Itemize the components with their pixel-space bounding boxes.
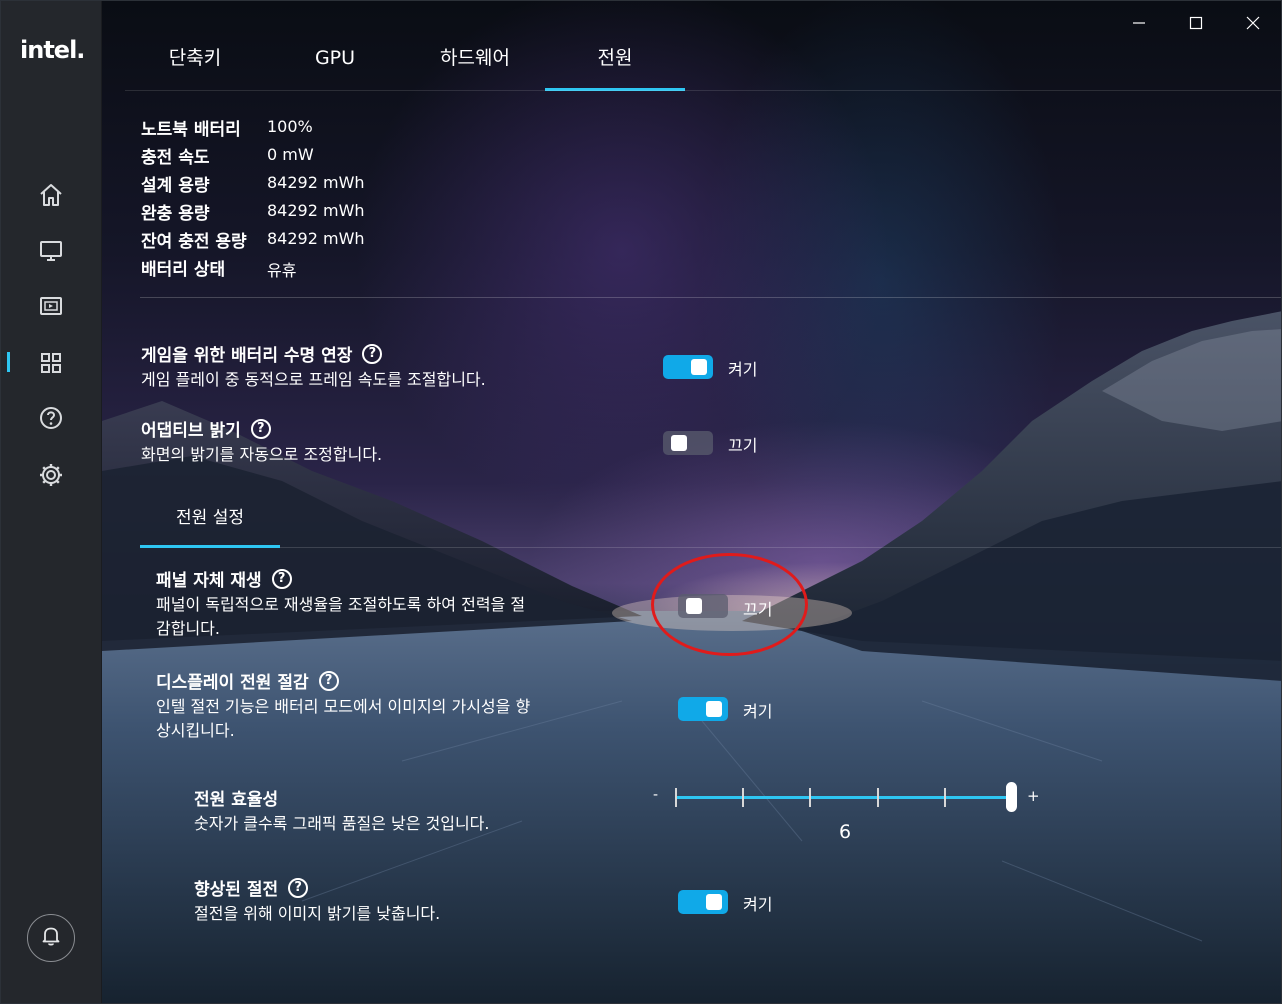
battery-info-key: 설계 용량 — [141, 176, 210, 196]
enhanced-power-saving-setting: 향상된 절전 ? 절전을 위해 이미지 밝기를 낮춥니다. — [194, 875, 440, 926]
setting-description: 숫자가 클수록 그래픽 품질은 낮은 것입니다. — [194, 814, 490, 833]
slider-tick — [742, 788, 745, 807]
display-power-saving-setting: 디스플레이 전원 절감 ? 인텔 절전 기능은 배터리 모드에서 이미지의 가시… — [156, 668, 530, 743]
battery-info-row: 배터리 상태 유휴 — [141, 255, 541, 283]
battery-info-row: 충전 속도 0 mW — [141, 143, 541, 171]
slider-value: 6 — [839, 821, 852, 843]
toggle-knob — [671, 435, 687, 451]
slider-minus-label: - — [653, 787, 659, 803]
highlight-annotation-ring — [651, 553, 808, 656]
subtab-divider — [280, 547, 1281, 548]
panel-self-refresh-setting: 패널 자체 재생 ? 패널이 독립적으로 재생율을 조절하도록 하여 전력을 절… — [156, 566, 525, 641]
setting-description: 인텔 절전 기능은 배터리 모드에서 이미지의 가시성을 향 상시킵니다. — [156, 695, 530, 743]
help-icon[interactable]: ? — [288, 877, 309, 898]
toggle-state-label: 끄기 — [728, 436, 758, 455]
battery-info-value: 84292 mWh — [267, 229, 365, 248]
setting-title: 게임을 위한 배터리 수명 연장 — [141, 346, 353, 366]
slider-tick — [876, 788, 879, 807]
close-icon[interactable] — [1241, 11, 1265, 35]
adaptive-brightness-setting: 어댑티브 밝기 ? 화면의 밝기를 자동으로 조정합니다. — [141, 416, 382, 467]
battery-boost-toggle[interactable] — [663, 355, 713, 379]
tab-hardware[interactable]: 하드웨어 — [405, 29, 545, 91]
toggle-state-label: 켜기 — [728, 360, 758, 379]
setting-description: 패널이 독립적으로 재생율을 조절하도록 하여 전력을 절 감합니다. — [156, 593, 525, 641]
intel-logo: intel. — [20, 36, 85, 64]
setting-title: 어댑티브 밝기 — [141, 421, 241, 441]
apps-grid-icon[interactable] — [37, 349, 65, 377]
slider-tick — [809, 788, 812, 807]
help-icon[interactable]: ? — [250, 418, 271, 439]
display-power-saving-toggle[interactable] — [678, 697, 728, 721]
minimize-icon[interactable] — [1127, 11, 1151, 35]
setting-description: 게임 플레이 중 동적으로 프레임 속도를 조절합니다. — [141, 370, 486, 389]
toggle-knob — [706, 701, 722, 717]
toggle-state-label: 켜기 — [743, 895, 773, 914]
sidebar: intel. — [1, 1, 102, 1003]
bell-icon — [40, 925, 62, 951]
battery-info-value: 84292 mWh — [267, 201, 365, 220]
section-divider — [140, 297, 1281, 298]
adaptive-brightness-toggle[interactable] — [663, 431, 713, 455]
battery-info-row: 노트북 배터리 100% — [141, 115, 541, 143]
slider-tick — [675, 788, 677, 807]
battery-info-key: 잔여 충전 용량 — [141, 232, 247, 252]
description-line: 상시킵니다. — [156, 721, 235, 740]
top-tabs: 단축키 GPU 하드웨어 전원 — [125, 29, 685, 91]
description-line: 인텔 절전 기능은 배터리 모드에서 이미지의 가시성을 향 — [156, 697, 531, 716]
enhanced-power-saving-toggle[interactable] — [678, 890, 728, 914]
help-icon[interactable]: ? — [318, 670, 339, 691]
slider-track[interactable] — [675, 796, 1011, 799]
setting-description: 화면의 밝기를 자동으로 조정합니다. — [141, 445, 383, 464]
notifications-button[interactable] — [27, 914, 75, 962]
description-line: 감합니다. — [156, 619, 220, 638]
battery-info-value: 84292 mWh — [267, 173, 365, 192]
tab-gpu[interactable]: GPU — [265, 29, 405, 91]
battery-info-row: 설계 용량 84292 mWh — [141, 171, 541, 199]
maximize-icon[interactable] — [1184, 11, 1208, 35]
toggle-state-label: 켜기 — [743, 702, 773, 721]
tab-power[interactable]: 전원 — [545, 29, 685, 91]
setting-title: 향상된 절전 — [194, 880, 279, 900]
help-icon[interactable]: ? — [362, 343, 383, 364]
gear-icon[interactable] — [37, 461, 65, 489]
battery-info-key: 완충 용량 — [141, 204, 210, 224]
home-icon[interactable] — [37, 181, 65, 209]
setting-description: 절전을 위해 이미지 밝기를 낮춥니다. — [194, 904, 441, 923]
setting-title: 패널 자체 재생 — [156, 571, 262, 591]
tab-shortcuts[interactable]: 단축키 — [125, 29, 265, 91]
battery-info-key: 충전 속도 — [141, 148, 210, 168]
battery-info-value: 유휴 — [267, 261, 297, 280]
tab-power-settings[interactable]: 전원 설정 — [140, 505, 280, 548]
slider-tick — [943, 788, 946, 807]
slider-handle[interactable] — [1006, 782, 1017, 812]
slider-plus-label: + — [1027, 787, 1040, 805]
description-line: 패널이 독립적으로 재생율을 조절하도록 하여 전력을 절 — [156, 595, 526, 614]
power-efficiency-slider[interactable]: - + — [653, 781, 1043, 821]
intel-graphics-command-center-window: intel. 단축키 GPU 하드웨어 전원 노트북 배터리 100% 충전 속… — [0, 0, 1282, 1004]
battery-info-key: 배터리 상태 — [141, 260, 226, 280]
battery-info-value: 100% — [267, 117, 313, 136]
help-circle-icon[interactable] — [37, 404, 65, 432]
battery-info-value: 0 mW — [267, 145, 314, 164]
battery-info-row: 완충 용량 84292 mWh — [141, 199, 541, 227]
help-icon[interactable]: ? — [271, 568, 292, 589]
battery-boost-setting: 게임을 위한 배터리 수명 연장 ? 게임 플레이 중 동적으로 프레임 속도를… — [141, 341, 486, 392]
battery-info-key: 노트북 배터리 — [141, 120, 241, 140]
battery-info-row: 잔여 충전 용량 84292 mWh — [141, 227, 541, 255]
toggle-knob — [691, 359, 707, 375]
toggle-knob — [706, 894, 722, 910]
tabs-divider — [125, 90, 1281, 91]
video-icon[interactable] — [37, 292, 65, 320]
setting-title: 전원 효율성 — [194, 790, 279, 810]
active-nav-indicator — [7, 352, 10, 372]
power-efficiency-setting: 전원 효율성 숫자가 클수록 그래픽 품질은 낮은 것입니다. — [194, 785, 489, 836]
setting-title: 디스플레이 전원 절감 — [156, 673, 309, 693]
display-icon[interactable] — [37, 237, 65, 265]
